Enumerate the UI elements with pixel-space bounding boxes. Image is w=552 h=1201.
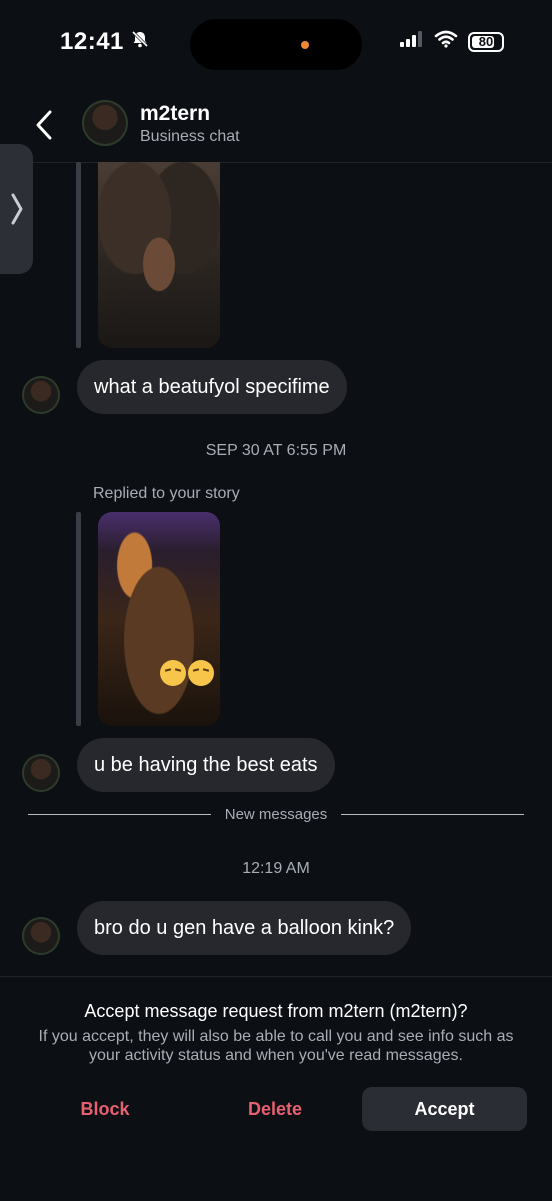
battery-percent: 80 [478,34,494,49]
battery-icon: 80 [468,31,504,52]
contact-name[interactable]: m2tern [140,102,210,126]
dynamic-island [190,19,362,70]
weary-face-emoji-icon [160,660,186,686]
delete-button[interactable]: Delete [210,1087,340,1131]
reply-quote-bar [76,162,81,348]
weary-face-emoji-icon [188,660,214,686]
reply-quote-bar [76,512,81,726]
status-time: 12:41 [60,28,150,56]
story-image-food[interactable] [98,512,220,726]
block-button[interactable]: Block [40,1087,170,1131]
message-bubble[interactable]: what a beatufyol specifime [77,360,347,414]
new-messages-divider: New messages [28,806,525,823]
message-bubble[interactable]: u be having the best eats [77,738,335,792]
side-panel-toggle[interactable] [0,144,33,274]
cellular-signal-icon [400,31,424,52]
back-button[interactable] [30,108,58,142]
message-timestamp: 12:19 AM [242,860,310,877]
request-title: Accept message request from m2tern (m2te… [84,1001,468,1021]
status-icons: 80 [400,30,504,53]
emoji-stickers [160,660,214,686]
divider-line [341,814,525,815]
wifi-icon [434,30,458,53]
chevron-left-icon [36,110,52,140]
contact-avatar[interactable] [82,100,128,146]
story-image-portrait[interactable] [98,162,220,348]
divider-line [28,814,211,815]
message-bubble[interactable]: bro do u gen have a balloon kink? [77,901,412,955]
status-time-text: 12:41 [60,28,124,55]
message-avatar[interactable] [22,754,60,792]
chat-header: m2tern Business chat [0,90,552,163]
contact-subtitle: Business chat [140,128,240,145]
bell-slash-icon [130,28,150,56]
chevron-right-icon [11,193,22,225]
replied-to-story-label: Replied to your story [93,485,240,502]
message-avatar[interactable] [22,917,60,955]
request-description: If you accept, they will also be able to… [38,1028,514,1064]
message-avatar[interactable] [22,376,60,414]
accept-button[interactable]: Accept [362,1087,527,1131]
privacy-indicator-dot [301,41,309,49]
message-timestamp: SEP 30 AT 6:55 PM [205,442,347,459]
message-request-panel: Accept message request from m2tern (m2te… [0,976,552,1201]
new-messages-label: New messages [224,806,328,823]
